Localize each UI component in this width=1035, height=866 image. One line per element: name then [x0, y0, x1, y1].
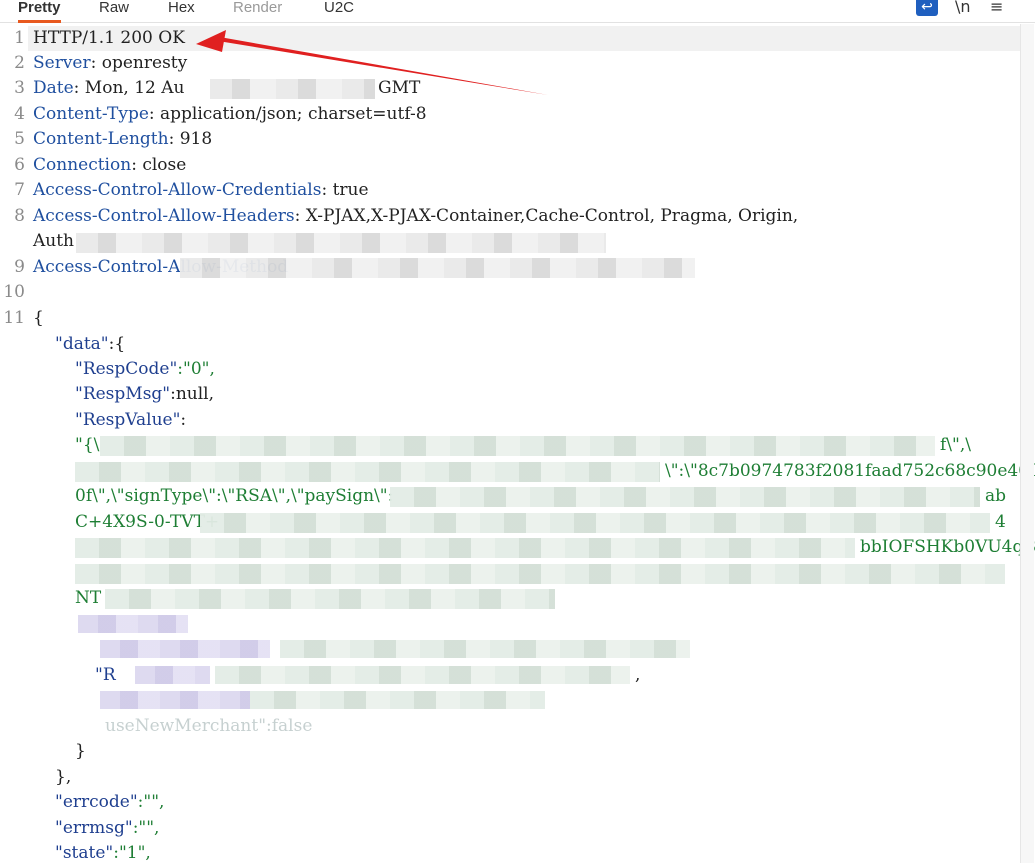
annotation-arrow-icon	[196, 30, 548, 95]
